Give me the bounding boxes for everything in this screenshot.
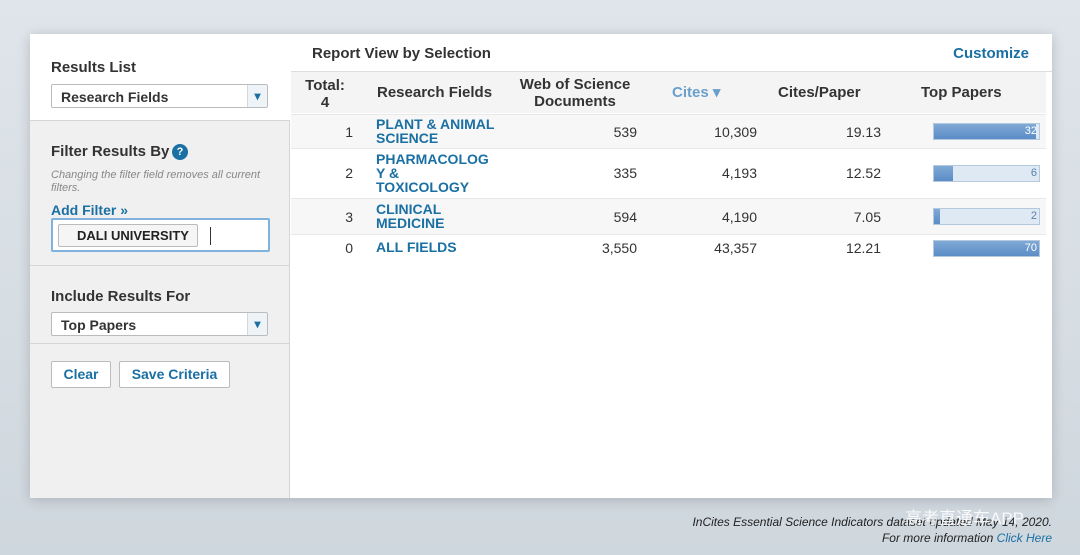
include-section: Include Results For Top Papers ▾ [30,266,290,344]
wos-documents-value: 594 [613,209,637,225]
header-total-text: Total: 4 [305,77,345,111]
header-cites-per-paper[interactable]: Cites/Paper [778,84,861,101]
top-papers-bar: 2 [933,208,1040,225]
table-row: 0 ALL FIELDS 3,550 43,357 12.21 70 [291,234,1046,262]
research-field-link[interactable]: CLINICAL MEDICINE [376,202,506,230]
cites-per-paper-value: 12.21 [845,240,881,256]
header-research-fields[interactable]: Research Fields [377,84,492,101]
sidebar: Results List Research Fields ▾ Filter Re… [30,34,290,498]
cites-value: 4,193 [721,165,757,181]
top-papers-value: 70 [1024,242,1037,254]
report-panel: Results List Research Fields ▾ Filter Re… [30,34,1052,498]
footer-more-info: For more information Click Here [692,530,1052,546]
text-cursor [210,227,211,245]
row-rank: 2 [345,165,353,181]
action-buttons: Clear Save Criteria [30,344,290,404]
cites-value: 4,190 [721,209,757,225]
add-filter-link[interactable]: Add Filter » [51,202,128,218]
top-papers-value: 32 [1024,125,1037,137]
row-rank: 0 [345,240,353,256]
chevron-down-icon[interactable]: ▾ [247,313,267,335]
top-papers-bar-fill [934,209,941,224]
research-field-link[interactable]: ALL FIELDS [376,240,506,254]
research-field-link[interactable]: PHARMACOLOG Y & TOXICOLOGY [376,152,506,194]
header-top-papers[interactable]: Top Papers [921,84,1002,101]
wos-documents-value: 335 [613,165,637,181]
header-total: Total: 4 [305,77,345,111]
cites-value: 10,309 [714,124,757,140]
results-list-title: Results List [51,59,137,76]
help-icon[interactable]: ? [172,144,188,160]
save-criteria-button[interactable]: Save Criteria [119,361,230,388]
report-main: Report View by Selection Customize Total… [291,34,1052,498]
report-title: Report View by Selection [312,45,491,62]
row-rank: 1 [345,124,353,140]
top-papers-bar: 32 [933,123,1040,140]
include-title: Include Results For [51,288,191,305]
clear-button[interactable]: Clear [51,361,111,388]
include-select[interactable]: Top Papers ▾ [51,312,268,336]
footer-more-info-text: For more information [881,531,997,545]
top-papers-bar: 70 [933,240,1040,257]
cites-per-paper-value: 12.52 [845,165,881,181]
table-row: 1 PLANT & ANIMAL SCIENCE 539 10,309 19.13 32 [291,114,1046,148]
chevron-down-icon[interactable]: ▾ [247,85,267,107]
filter-note: Changing the filter field removes all cu… [51,169,261,194]
watermark: 高考直通车APP [905,509,1025,528]
results-list-value: Research Fields [61,89,169,105]
top-papers-bar-fill [934,124,1036,139]
cites-per-paper-value: 19.13 [845,124,881,140]
results-list-section: Results List Research Fields ▾ [30,34,290,121]
top-papers-bar-fill [934,166,953,181]
include-value: Top Papers [61,317,137,333]
table-row: 2 PHARMACOLOG Y & TOXICOLOGY 335 4,193 12.52… [291,148,1046,198]
research-field-link[interactable]: PLANT & ANIMAL SCIENCE [376,117,506,145]
table-row: 3 CLINICAL MEDICINE 594 4,190 7.05 2 [291,198,1046,234]
top-papers-bar: 6 [933,165,1040,182]
wos-documents-value: 539 [613,124,637,140]
header-wos-documents[interactable]: Web of Science Documents [515,76,635,110]
filter-chip[interactable]: DALI UNIVERSITY [58,224,198,247]
filter-title: Filter Results By [51,143,170,160]
filter-section: Filter Results By ? Changing the filter … [30,121,290,266]
click-here-link[interactable]: Click Here [997,531,1052,545]
top-papers-value: 6 [1030,167,1037,179]
top-papers-value: 2 [1030,210,1037,222]
results-list-select[interactable]: Research Fields ▾ [51,84,268,108]
header-wos-text: Web of Science Documents [519,76,631,110]
header-cites-sorted[interactable]: Cites ▾ [672,84,720,101]
filter-input[interactable]: DALI UNIVERSITY [51,218,270,252]
customize-link[interactable]: Customize [953,45,1029,62]
row-rank: 3 [345,209,353,225]
cites-value: 43,357 [714,240,757,256]
wos-documents-value: 3,550 [601,240,637,256]
cites-per-paper-value: 7.05 [853,209,881,225]
top-papers-bar-fill [934,241,1039,256]
